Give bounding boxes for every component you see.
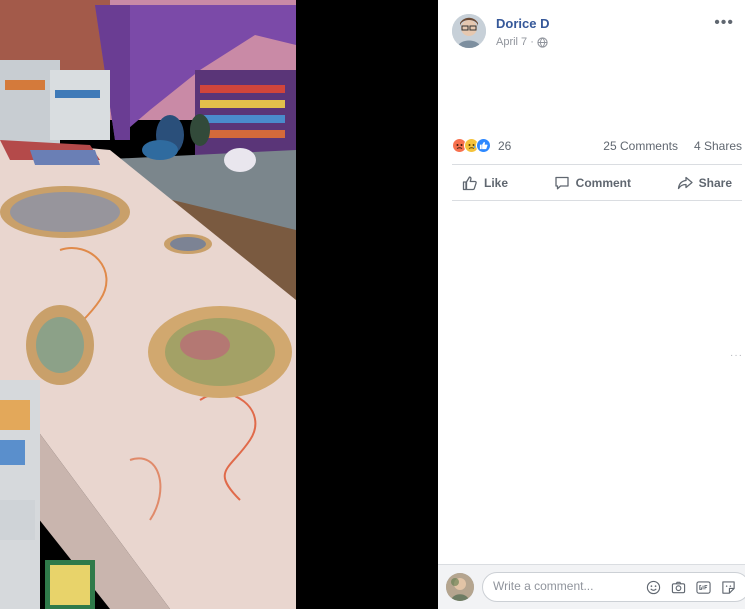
- comment-button[interactable]: Comment: [544, 168, 641, 198]
- comment-label: Comment: [575, 176, 631, 190]
- share-label: Share: [698, 176, 732, 190]
- globe-icon: [537, 36, 548, 48]
- photo-illustration: [0, 0, 296, 609]
- author-avatar[interactable]: [452, 14, 486, 48]
- post-date[interactable]: April 7: [496, 36, 527, 48]
- comments-count[interactable]: 25 Comments: [603, 139, 678, 153]
- post-meta: April 7 ·: [496, 36, 548, 48]
- sticker-icon[interactable]: [720, 579, 737, 596]
- camera-icon[interactable]: [670, 579, 687, 596]
- post-photo[interactable]: [0, 0, 296, 609]
- share-button[interactable]: Share: [667, 168, 742, 198]
- comment-input[interactable]: [493, 579, 633, 593]
- gif-icon[interactable]: [695, 579, 712, 596]
- shares-count[interactable]: 4 Shares: [694, 139, 742, 153]
- divider: [452, 200, 742, 201]
- divider: [452, 164, 742, 165]
- like-icon: [476, 138, 491, 153]
- comment-composer: [438, 564, 745, 609]
- emoji-icon[interactable]: [645, 579, 662, 596]
- side-dots: ···: [730, 350, 743, 361]
- meta-separator: ·: [530, 36, 534, 48]
- viewer-avatar: [446, 573, 474, 601]
- comment-icon: [555, 176, 569, 190]
- like-label: Like: [484, 176, 509, 190]
- comment-field-wrapper: [482, 572, 745, 602]
- reactions-bar: 26 25 Comments 4 Shares: [452, 136, 742, 156]
- more-options-icon[interactable]: •••: [714, 14, 734, 32]
- reaction-icons[interactable]: [452, 138, 491, 153]
- viewer-avatar-photo: [446, 573, 474, 601]
- photo-viewer: Dorice D April 7 · ••• 26 25 Comments 4 …: [0, 0, 745, 609]
- reaction-count[interactable]: 26: [498, 139, 511, 153]
- avatar-photo: [452, 14, 486, 48]
- post-actions: Like Comment Share: [452, 168, 742, 198]
- post-header: Dorice D April 7 · •••: [452, 14, 742, 54]
- share-icon: [677, 176, 693, 190]
- post-panel: Dorice D April 7 · ••• 26 25 Comments 4 …: [438, 0, 745, 609]
- comment-tools: [645, 579, 737, 596]
- thumbs-up-icon: [462, 176, 477, 191]
- author-name[interactable]: Dorice D: [496, 16, 549, 31]
- like-button[interactable]: Like: [452, 168, 518, 198]
